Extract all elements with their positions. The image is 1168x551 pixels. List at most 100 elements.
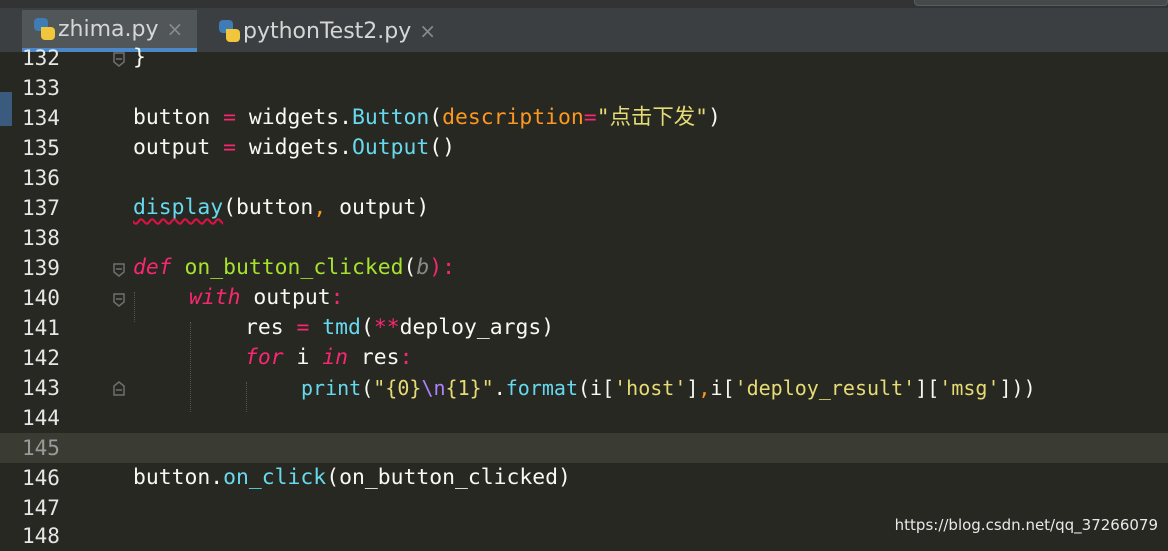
code-token: Button xyxy=(351,105,430,130)
code-line: 146 button.on_click(on_button_clicked) xyxy=(0,463,1168,493)
tab-label: pythonTest2.py xyxy=(243,18,412,44)
watermark-url: https://blog.csdn.net/qq_37266079 xyxy=(894,516,1158,534)
code-text[interactable]: def on_button_clicked(b): xyxy=(133,253,455,283)
line-number: 140 xyxy=(22,286,60,310)
code-text: } xyxy=(133,45,146,70)
code-token: def xyxy=(133,255,172,280)
code-token: : xyxy=(330,285,344,310)
line-number: 144 xyxy=(22,406,60,430)
code-token: ** xyxy=(373,315,400,340)
code-line: 132 } xyxy=(0,43,1168,73)
code-token: ( xyxy=(361,376,374,400)
line-number: 143 xyxy=(22,376,60,400)
line-number: 145 xyxy=(22,436,60,460)
line-number: 138 xyxy=(22,226,60,250)
line-number: 139 xyxy=(22,256,60,280)
code-token: output) xyxy=(326,195,430,220)
line-number: 137 xyxy=(22,196,60,220)
code-token: = xyxy=(223,135,237,160)
line-number: 147 xyxy=(22,496,60,520)
code-token: i xyxy=(283,345,323,370)
line-number: 132 xyxy=(22,46,60,70)
code-token: res xyxy=(348,345,400,370)
code-token: ( xyxy=(403,255,417,280)
code-token: with xyxy=(189,285,241,310)
code-text[interactable]: for i in res: xyxy=(245,343,412,373)
code-token: ) xyxy=(708,105,721,130)
code-token: for xyxy=(245,345,284,370)
code-line: 136 xyxy=(0,163,1168,193)
code-token: = xyxy=(296,315,310,340)
code-token: 'msg' xyxy=(939,376,1000,400)
code-token: = xyxy=(583,105,597,130)
python-file-icon xyxy=(217,18,241,44)
code-token: widgets. xyxy=(236,135,352,160)
close-icon[interactable]: × xyxy=(419,19,436,43)
python-file-icon xyxy=(32,16,56,42)
code-line: 142 for i in res: xyxy=(0,343,1168,373)
code-line: 143 print("{0}\n{1}".format(i['host'],i[… xyxy=(0,373,1168,403)
code-text[interactable]: button.on_click(on_button_clicked) xyxy=(133,463,571,493)
code-token: , xyxy=(698,376,711,400)
line-number: 135 xyxy=(22,136,60,160)
code-token: ] xyxy=(686,376,699,400)
code-token: "点击下发" xyxy=(596,105,709,130)
code-text[interactable]: with output: xyxy=(189,283,344,313)
code-line: 139 def on_button_clicked(b): xyxy=(0,253,1168,283)
code-token: ( xyxy=(429,105,443,130)
code-token: = xyxy=(223,105,237,130)
code-token: Output xyxy=(351,135,430,160)
code-line: 137 display(button, output) xyxy=(0,193,1168,223)
code-token: widgets. xyxy=(236,105,352,130)
line-number: 133 xyxy=(22,76,60,100)
code-token: (button xyxy=(223,195,314,220)
code-token: "{0} xyxy=(373,376,422,400)
code-token: tmd xyxy=(322,315,361,340)
code-token: format xyxy=(505,376,578,400)
code-text[interactable]: button = widgets.Button(description="点击下… xyxy=(133,103,721,133)
code-line: 138 xyxy=(0,223,1168,253)
code-token: ])) xyxy=(999,376,1036,400)
code-token: (i[ xyxy=(578,376,615,400)
code-token: button xyxy=(133,105,224,130)
line-number: 148 xyxy=(22,524,60,548)
code-token: {1}" xyxy=(445,376,494,400)
code-text[interactable]: print("{0}\n{1}".format(i['host'],i['dep… xyxy=(301,373,1036,403)
line-number: 134 xyxy=(22,106,60,130)
code-text[interactable]: output = widgets.Output() xyxy=(133,133,455,163)
code-token: print xyxy=(301,376,362,400)
code-line: 144 xyxy=(0,403,1168,433)
code-token: in xyxy=(322,345,349,370)
code-token: deploy_args) xyxy=(399,315,555,340)
code-line: 140 with output: xyxy=(0,283,1168,313)
code-text[interactable]: res = tmd(**deploy_args) xyxy=(245,313,554,343)
code-token: description xyxy=(442,105,584,130)
line-number: 141 xyxy=(22,316,60,340)
tab-label: zhima.py xyxy=(58,16,159,42)
code-token: i[ xyxy=(710,376,735,400)
code-text[interactable]: display(button, output) xyxy=(133,193,429,223)
code-token: : xyxy=(399,345,413,370)
line-number: 136 xyxy=(22,166,60,190)
code-token: on_click xyxy=(223,465,327,490)
code-token: b xyxy=(416,255,430,280)
code-token: , xyxy=(313,195,327,220)
code-token: ): xyxy=(429,255,456,280)
code-token: (on_button_clicked) xyxy=(326,465,571,490)
code-line: 141 res = tmd(**deploy_args) xyxy=(0,313,1168,343)
close-icon[interactable]: × xyxy=(167,17,184,41)
search-box[interactable] xyxy=(914,0,1168,6)
code-token: 'deploy_result' xyxy=(734,376,916,400)
code-token: res xyxy=(245,315,297,340)
code-token: 'host' xyxy=(614,376,687,400)
code-token: output xyxy=(133,135,224,160)
code-token: . xyxy=(493,376,506,400)
code-token: \n xyxy=(421,376,446,400)
code-line: 135 output = widgets.Output() xyxy=(0,133,1168,163)
code-token: button. xyxy=(133,465,224,490)
code-token: display xyxy=(133,195,224,220)
code-token: ][ xyxy=(915,376,940,400)
code-token: output xyxy=(240,285,331,310)
